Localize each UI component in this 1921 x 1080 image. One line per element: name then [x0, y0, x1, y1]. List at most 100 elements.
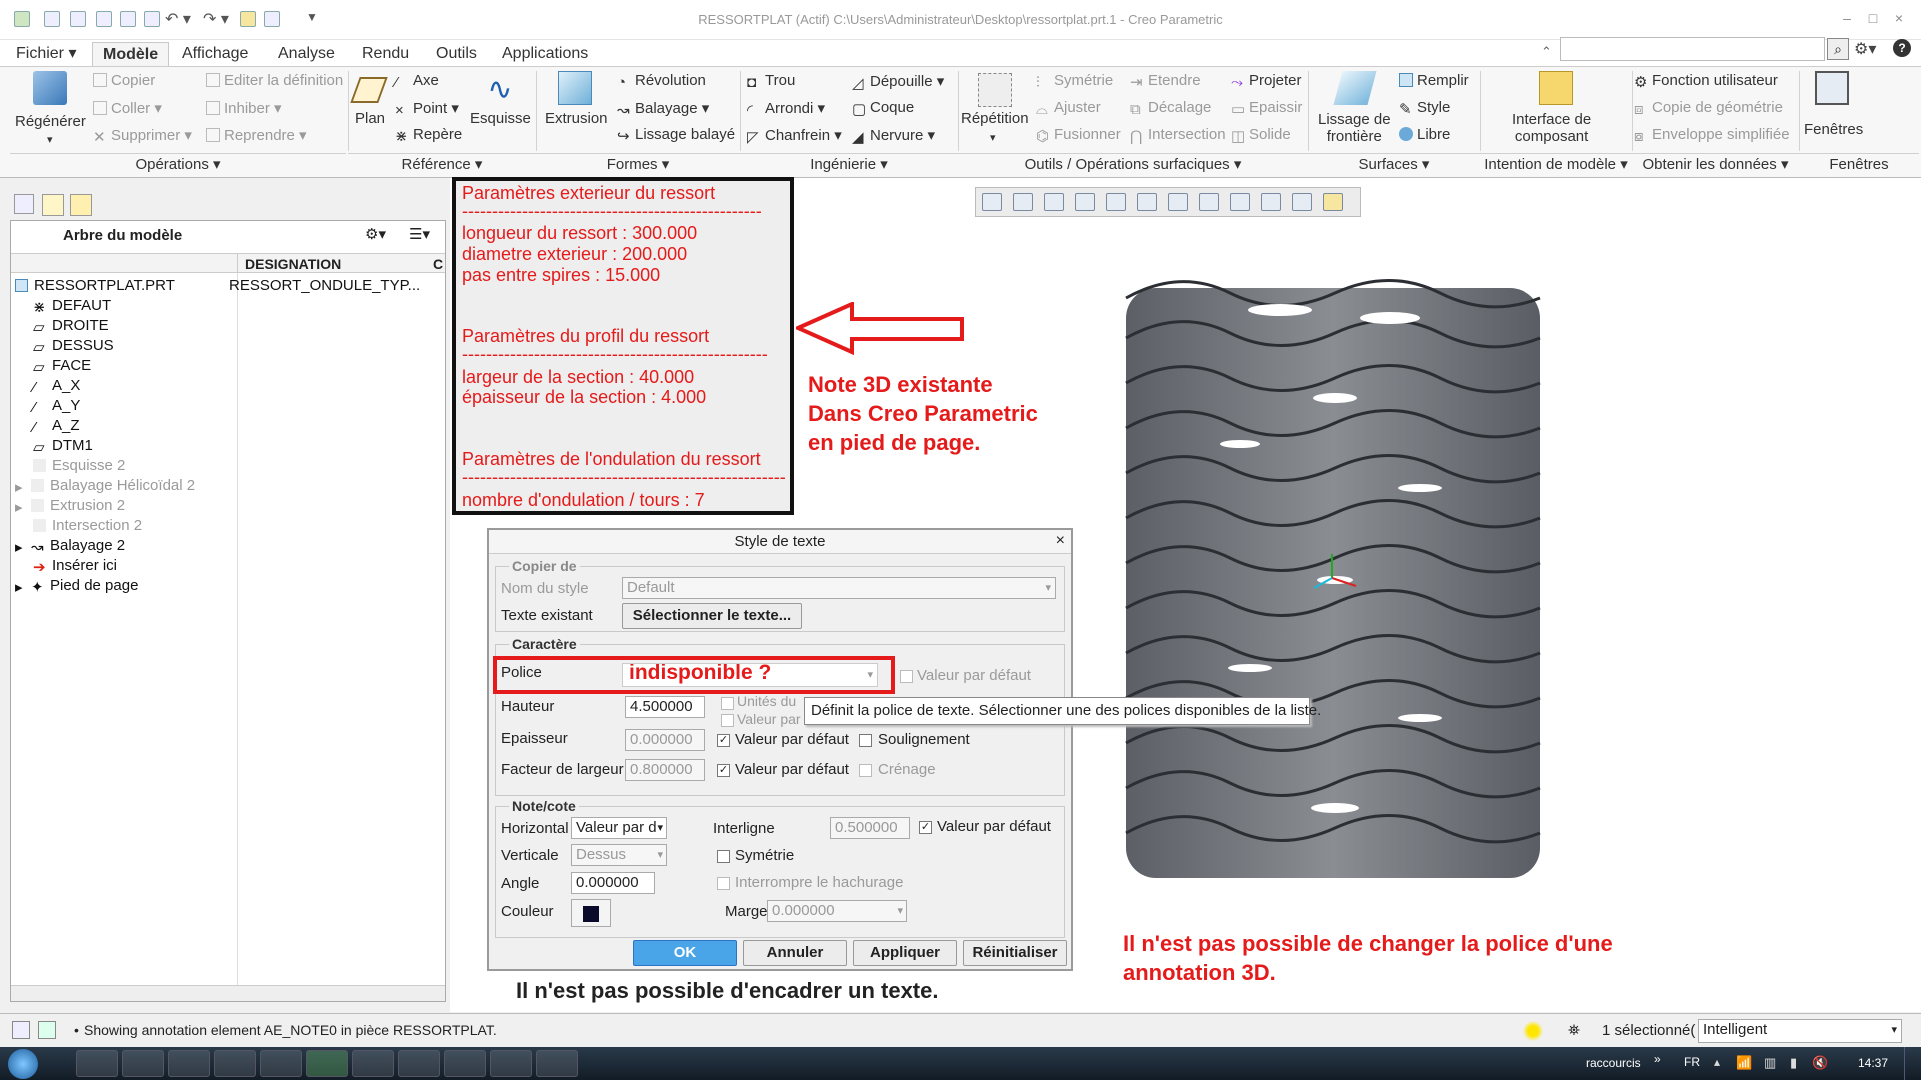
tree-filters-icon[interactable]: ☰▾ — [409, 225, 430, 243]
regenerate-chevron-icon[interactable]: ▾ — [47, 133, 53, 146]
column-designation[interactable]: DESIGNATION — [245, 256, 341, 272]
tree-item-esquisse-2[interactable]: Esquisse 2 — [33, 457, 125, 474]
axis-button[interactable]: ⁄ Axe — [395, 72, 439, 91]
tree-root[interactable]: RESSORTPLAT.PRT — [15, 277, 175, 294]
group-model-intent[interactable]: Intention de modèle ▾ — [1480, 153, 1632, 175]
expand-icon[interactable]: ▸ — [15, 578, 25, 596]
reset-button[interactable]: Réinitialiser — [963, 940, 1067, 966]
select-text-button[interactable]: Sélectionner le texte... — [622, 603, 802, 629]
clock[interactable]: 14:37 — [1858, 1056, 1888, 1070]
extrude-button[interactable]: Extrusion — [545, 110, 608, 127]
sketch-icon[interactable]: ∿ — [483, 73, 517, 107]
plane-display-icon[interactable] — [1199, 193, 1219, 211]
kerning-checkbox[interactable] — [859, 764, 872, 777]
tree-item-balayage-2[interactable]: ▸ ↝ Balayage 2 — [15, 537, 125, 556]
line-spacing-input[interactable]: 0.500000 — [830, 817, 910, 839]
spring-3d-model[interactable] — [1120, 248, 1550, 908]
tree-horizontal-scrollbar[interactable] — [11, 985, 445, 1001]
windows-button[interactable]: Fenêtres — [1804, 121, 1863, 138]
mirror-checkbox[interactable] — [717, 850, 730, 863]
font-select[interactable]: indisponible ? ▾ — [622, 663, 878, 687]
expand-icon[interactable]: ▸ — [15, 498, 25, 516]
acrobat-icon[interactable] — [398, 1050, 440, 1077]
project-button[interactable]: ⤳ Projeter — [1231, 72, 1302, 91]
ok-button[interactable]: OK — [633, 940, 737, 966]
plane-icon[interactable] — [350, 77, 388, 103]
cancel-button[interactable]: Annuler — [743, 940, 847, 966]
repaint-icon[interactable] — [1075, 193, 1095, 211]
boundary-blend-icon[interactable] — [1333, 71, 1377, 105]
tree-item-face[interactable]: ▱ FACE — [33, 357, 91, 376]
offset-button[interactable]: ⧉ Décalage — [1130, 99, 1211, 118]
thickness-default-checkbox[interactable]: ✓ — [717, 734, 730, 747]
extend-button[interactable]: ⇥ Etendre — [1130, 72, 1201, 91]
group-reference[interactable]: Référence ▾ — [348, 153, 536, 175]
tab-modele[interactable]: Modèle — [92, 42, 170, 66]
font-default-checkbox[interactable] — [900, 670, 913, 683]
group-operations[interactable]: Opérations ▾ — [10, 153, 346, 175]
network-icon[interactable]: 📶 — [1736, 1055, 1752, 1071]
tab-fichier[interactable]: Fichier ▾ — [6, 42, 87, 66]
tree-item-defaut[interactable]: ⋇ DEFAUT — [33, 297, 111, 316]
shrinkwrap-button[interactable]: ⧇ Enveloppe simplifiée — [1634, 126, 1790, 145]
task-app-icon[interactable] — [260, 1050, 302, 1077]
language-indicator[interactable]: FR — [1684, 1055, 1700, 1069]
hole-button[interactable]: ◘ Trou — [747, 72, 795, 91]
annotation-note-box[interactable]: Paramètres exterieur du ressort --------… — [452, 177, 794, 515]
zoom-in-icon[interactable] — [1013, 193, 1033, 211]
round-button[interactable]: ◜ Arrondi ▾ — [747, 99, 825, 119]
revolve-button[interactable]: ◔ Révolution — [617, 72, 706, 91]
zoom-out-icon[interactable] — [1044, 193, 1064, 211]
regenerate-button[interactable]: Régénérer — [15, 113, 86, 130]
show-desktop-button[interactable] — [1904, 1047, 1921, 1080]
firefox-icon[interactable] — [76, 1050, 118, 1077]
maximize-button[interactable]: □ — [1862, 8, 1884, 28]
expand-icon[interactable]: ▸ — [15, 478, 25, 496]
style-button[interactable]: ✎ Style — [1399, 99, 1450, 118]
task-app-icon[interactable] — [536, 1050, 578, 1077]
angle-input[interactable]: 0.000000 — [571, 872, 655, 894]
color-picker-button[interactable] — [571, 899, 611, 927]
filter-select[interactable]: Intelligent ▾ — [1698, 1019, 1902, 1043]
pattern-icon[interactable] — [978, 73, 1012, 107]
pattern-button[interactable]: Répétition — [961, 110, 1029, 127]
plane-button[interactable]: Plan — [355, 110, 385, 127]
csys-display-icon[interactable] — [1292, 193, 1312, 211]
internet-explorer-icon[interactable] — [122, 1050, 164, 1077]
tab-outils[interactable]: Outils — [426, 42, 487, 66]
chamfer-button[interactable]: ◸ Chanfrein ▾ — [747, 126, 842, 146]
fill-button[interactable]: Remplir — [1399, 72, 1469, 89]
sketch-button[interactable]: Esquisse — [470, 110, 531, 127]
group-ingenierie[interactable]: Ingénierie ▾ — [740, 153, 958, 175]
trim-button[interactable]: ⌓ Ajuster — [1036, 99, 1101, 118]
rib-button[interactable]: ◢ Nervure ▾ — [852, 126, 935, 146]
group-surface-tools[interactable]: Outils / Opérations surfaciques ▾ — [958, 153, 1308, 175]
paste-button[interactable]: Coller ▾ — [93, 99, 162, 117]
column-c[interactable]: C — [433, 256, 443, 272]
margin-input[interactable]: 0.000000 ▾ — [767, 900, 907, 922]
tray-icon[interactable]: ▥ — [1764, 1055, 1776, 1071]
break-hatching-checkbox[interactable] — [717, 877, 730, 890]
task-app-icon[interactable] — [352, 1050, 394, 1077]
favorites-icon[interactable] — [70, 194, 92, 216]
swept-blend-button[interactable]: ↪ Lissage balayé — [617, 126, 735, 145]
refit-icon[interactable] — [982, 193, 1002, 211]
signal-icon[interactable]: ▮ — [1790, 1055, 1797, 1071]
resume-button[interactable]: Reprendre ▾ — [206, 126, 307, 144]
tree-item-intersection-2[interactable]: Intersection 2 — [33, 517, 142, 534]
tree-settings-icon[interactable]: ⚙▾ — [365, 225, 386, 243]
intersect-button[interactable]: ⋂ Intersection — [1130, 126, 1226, 145]
tree-item-inserer-ici[interactable]: ➔ Insérer ici — [33, 557, 117, 576]
regenerate-icon[interactable] — [33, 71, 67, 105]
group-get-data[interactable]: Obtenir les données ▾ — [1632, 153, 1799, 175]
tree-item-extrusion-2[interactable]: ▸ Extrusion 2 — [15, 497, 125, 516]
collapse-ribbon-icon[interactable]: ⌃ — [1541, 44, 1552, 60]
width-factor-input[interactable]: 0.800000 — [625, 759, 705, 781]
pattern-chevron-icon[interactable]: ▾ — [990, 131, 996, 144]
show-tree-icon[interactable] — [12, 1021, 30, 1039]
tab-applications[interactable]: Applications — [492, 42, 598, 66]
tree-item-pied-de-page[interactable]: ▸ ✦ Pied de page — [15, 577, 138, 596]
axis-display-icon[interactable] — [1230, 193, 1250, 211]
copy-button[interactable]: Copier — [93, 72, 155, 89]
search-icon[interactable]: ⌕ — [1827, 38, 1849, 60]
